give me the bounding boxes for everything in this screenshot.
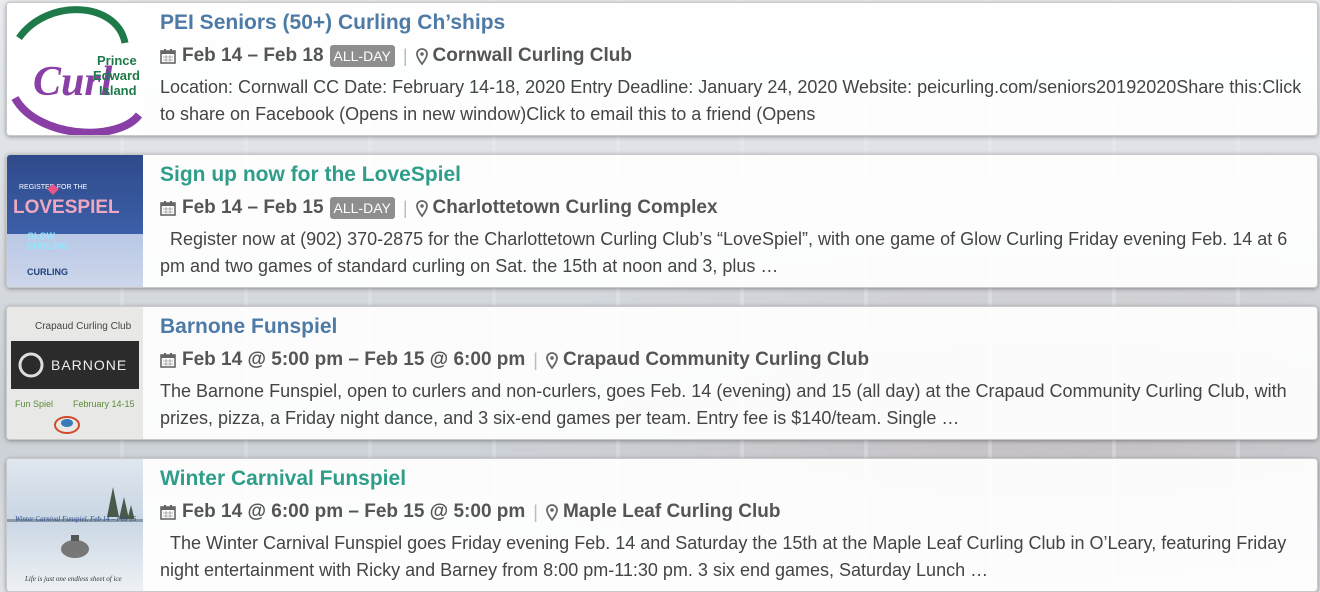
svg-text:Fun Spiel: Fun Spiel	[15, 399, 53, 409]
svg-text:Crapaud Curling Club: Crapaud Curling Club	[35, 321, 132, 332]
event-meta: Feb 14 – Feb 15 ALL-DAY | Charlottetown …	[160, 195, 1305, 221]
map-pin-icon	[415, 47, 428, 65]
all-day-badge: ALL-DAY	[329, 197, 395, 219]
event-venue[interactable]: Crapaud Community Curling Club	[563, 349, 869, 371]
event-list: Curl Prince Edward Island PEI Seniors (5…	[6, 2, 1318, 592]
event-thumbnail[interactable]: Curl Prince Edward Island	[7, 3, 143, 135]
event-date: Feb 14 – Feb 15	[182, 197, 324, 218]
svg-text:GLOW: GLOW	[27, 231, 55, 241]
event-venue[interactable]: Maple Leaf Curling Club	[563, 501, 780, 523]
event-title-link[interactable]: Barnone Funspiel	[160, 314, 1305, 340]
event-card[interactable]: REGISTER FOR THE LOVESPIEL GLOW CURLING …	[6, 154, 1318, 288]
all-day-badge: ALL-DAY	[329, 45, 395, 67]
event-title-link[interactable]: Winter Carnival Funspiel	[160, 466, 1305, 492]
event-date: Feb 14 – Feb 18	[182, 45, 324, 66]
event-thumbnail[interactable]: Winter Carnival Funspiel, Feb 14 – Feb 1…	[7, 459, 143, 591]
svg-text:CURLING: CURLING	[27, 267, 68, 277]
event-meta: Feb 14 @ 6:00 pm – Feb 15 @ 5:00 pm | Ma…	[160, 499, 1305, 525]
calendar-icon	[160, 353, 176, 368]
map-pin-icon	[546, 503, 558, 521]
event-venue[interactable]: Charlottetown Curling Complex	[433, 197, 718, 219]
winter-carnival-poster: Winter Carnival Funspiel, Feb 14 – Feb 1…	[7, 487, 143, 583]
map-pin-icon	[415, 199, 428, 217]
svg-text:Prince: Prince	[97, 53, 137, 68]
svg-text:Edward: Edward	[93, 68, 140, 83]
calendar-icon	[160, 49, 176, 64]
curl-pei-logo: Curl Prince Edward Island	[11, 6, 143, 135]
event-card[interactable]: Crapaud Curling Club BARNONE Fun Spiel F…	[6, 306, 1318, 440]
svg-text:Winter Carnival Funspiel, Feb: Winter Carnival Funspiel, Feb 14 – Feb 1…	[15, 515, 137, 523]
event-description: Location: Cornwall CC Date: February 14-…	[160, 77, 1302, 124]
svg-text:Life is just one endless sheet: Life is just one endless sheet of ice	[24, 575, 122, 583]
meta-separator: |	[402, 45, 408, 66]
event-date: Feb 14 @ 6:00 pm – Feb 15 @ 5:00 pm	[182, 501, 526, 522]
event-date: Feb 14 @ 5:00 pm – Feb 15 @ 6:00 pm	[182, 349, 526, 370]
event-venue[interactable]: Cornwall Curling Club	[433, 45, 633, 67]
event-title-link[interactable]: Sign up now for the LoveSpiel	[160, 162, 1305, 188]
event-description: Register now at (902) 370-2875 for the C…	[160, 229, 1293, 276]
event-card[interactable]: Curl Prince Edward Island PEI Seniors (5…	[6, 2, 1318, 136]
calendar-icon	[160, 505, 176, 520]
calendar-icon	[160, 201, 176, 216]
meta-separator: |	[533, 349, 538, 370]
event-description: The Winter Carnival Funspiel goes Friday…	[160, 533, 1292, 580]
svg-text:Island: Island	[99, 83, 137, 98]
meta-separator: |	[402, 197, 408, 218]
event-description: The Barnone Funspiel, open to curlers an…	[160, 381, 1287, 428]
svg-text:February 14-15: February 14-15	[73, 399, 135, 409]
event-title-link[interactable]: PEI Seniors (50+) Curling Ch’ships	[160, 10, 1305, 36]
map-pin-icon	[546, 351, 558, 369]
svg-text:LOVESPIEL: LOVESPIEL	[13, 197, 120, 218]
meta-separator: |	[533, 501, 538, 522]
barnone-poster: Crapaud Curling Club BARNONE Fun Spiel F…	[11, 321, 139, 434]
event-meta: Feb 14 @ 5:00 pm – Feb 15 @ 6:00 pm | Cr…	[160, 347, 1305, 373]
event-thumbnail[interactable]: REGISTER FOR THE LOVESPIEL GLOW CURLING …	[7, 155, 143, 287]
event-meta: Feb 14 – Feb 18 ALL-DAY | Cornwall Curli…	[160, 43, 1305, 69]
svg-text:BARNONE: BARNONE	[51, 357, 127, 373]
event-card[interactable]: Winter Carnival Funspiel, Feb 14 – Feb 1…	[6, 458, 1318, 592]
event-thumbnail[interactable]: Crapaud Curling Club BARNONE Fun Spiel F…	[7, 307, 143, 439]
svg-text:CURLING: CURLING	[27, 241, 68, 251]
lovespiel-poster: REGISTER FOR THE LOVESPIEL GLOW CURLING …	[13, 184, 120, 277]
